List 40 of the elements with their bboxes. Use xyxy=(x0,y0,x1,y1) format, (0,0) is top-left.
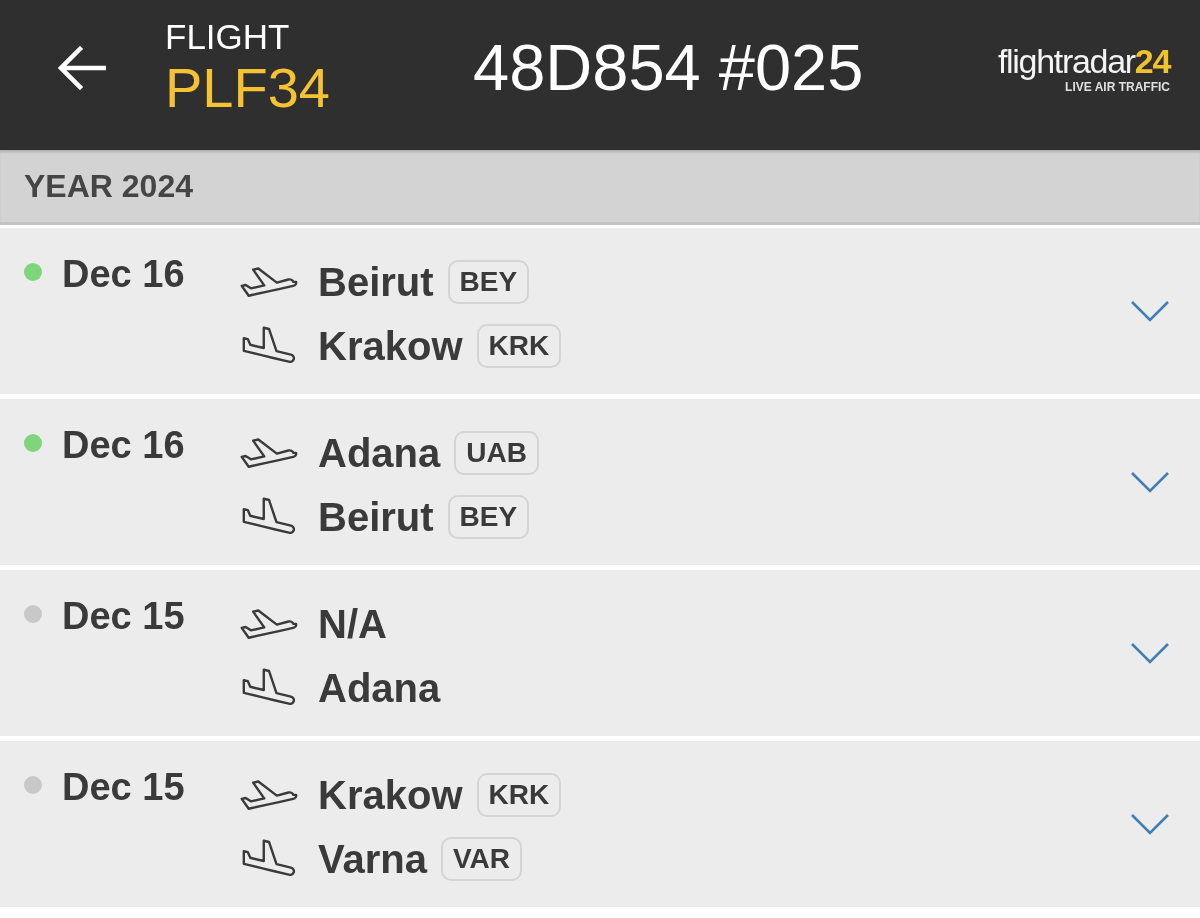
back-arrow-icon xyxy=(58,46,106,90)
flight-row[interactable]: Dec 15 Krakow KRK Varna VAR xyxy=(0,741,1200,907)
flight-date: Dec 15 xyxy=(62,594,186,635)
departure-city: Adana xyxy=(318,430,441,477)
flight-date: Dec 16 xyxy=(62,423,186,464)
airport-code: BEY xyxy=(447,495,530,539)
flight-row[interactable]: Dec 15 N/A Adana xyxy=(0,570,1200,736)
arrival-city: Beirut xyxy=(318,494,434,541)
airport-code: BEY xyxy=(447,260,530,304)
departure-city: Beirut xyxy=(318,259,434,306)
flight-row[interactable]: Dec 16 Beirut BEY Krakow KRK xyxy=(0,228,1200,394)
flight-number: PLF34 xyxy=(165,57,330,119)
takeoff-plane-icon xyxy=(240,267,298,297)
airport-code: KRK xyxy=(476,324,562,368)
airport-code: UAB xyxy=(454,431,539,475)
flight-label: FLIGHT xyxy=(165,17,290,57)
landing-plane-icon xyxy=(242,326,296,366)
flight-date: Dec 16 xyxy=(62,252,186,293)
takeoff-plane-icon xyxy=(240,780,298,810)
chevron-down-icon[interactable] xyxy=(1130,471,1170,493)
section-title: YEAR 2024 xyxy=(24,167,193,205)
arrival-city: Krakow xyxy=(318,323,463,370)
arrival-city: Adana xyxy=(318,665,441,712)
airport-code: KRK xyxy=(476,773,562,817)
flight-row[interactable]: Dec 16 Adana UAB Beirut BEY xyxy=(0,399,1200,565)
takeoff-plane-icon xyxy=(240,438,298,468)
aircraft-title: 48D854 #025 xyxy=(473,30,864,106)
logo-tagline: LIVE AIR TRAFFIC xyxy=(1065,80,1170,94)
takeoff-plane-icon xyxy=(240,609,298,639)
airport-code: VAR xyxy=(440,837,522,881)
flight-date: Dec 15 xyxy=(62,765,186,806)
arrival-city: Varna xyxy=(318,836,427,883)
chevron-down-icon[interactable] xyxy=(1130,813,1170,835)
departure-city: N/A xyxy=(318,601,387,648)
landing-plane-icon xyxy=(242,497,296,537)
chevron-down-icon[interactable] xyxy=(1130,642,1170,664)
landing-plane-icon xyxy=(242,668,296,708)
chevron-down-icon[interactable] xyxy=(1130,300,1170,322)
landing-plane-icon xyxy=(242,839,296,879)
departure-city: Krakow xyxy=(318,772,463,819)
